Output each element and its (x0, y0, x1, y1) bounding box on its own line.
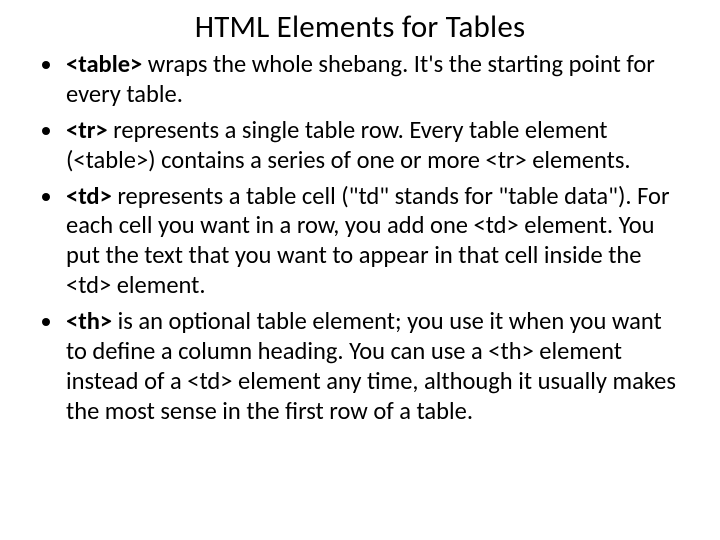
list-item: <table> wraps the whole shebang. It's th… (64, 50, 684, 110)
bullet-text: wraps the whole shebang. It's the starti… (66, 49, 655, 109)
bullet-list: <table> wraps the whole shebang. It's th… (36, 50, 684, 427)
list-item: <tr> represents a single table row. Ever… (64, 116, 684, 176)
tag-bold: <tr> (66, 115, 108, 145)
tag-bold: <table> (66, 49, 142, 79)
list-item: <th> is an optional table element; you u… (64, 307, 684, 427)
bullet-text: represents a single table row. Every tab… (66, 115, 631, 175)
slide-title: HTML Elements for Tables (36, 8, 684, 46)
slide: HTML Elements for Tables <table> wraps t… (0, 0, 720, 540)
tag-bold: <th> (66, 306, 112, 336)
bullet-text: is an optional table element; you use it… (66, 306, 676, 426)
bullet-text: represents a table cell ("td" stands for… (66, 181, 670, 301)
list-item: <td> represents a table cell ("td" stand… (64, 182, 684, 302)
tag-bold: <td> (66, 181, 112, 211)
